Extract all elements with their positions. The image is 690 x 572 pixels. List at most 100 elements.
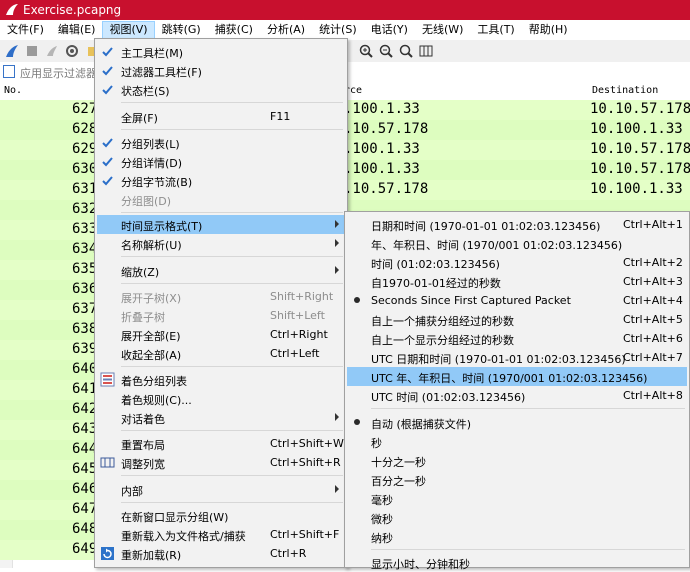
cell-destination: 10.100.1.33 bbox=[590, 181, 683, 197]
time-format-item-selected[interactable]: Seconds Since First Captured Packet Ctrl… bbox=[347, 291, 687, 310]
submenu-arrow-icon bbox=[335, 485, 339, 493]
menu-capture[interactable]: 捕获(C) bbox=[208, 21, 260, 39]
menu-item-conversation-colorize[interactable]: 对话着色 bbox=[97, 408, 345, 427]
cell-source: .10.57.178 bbox=[344, 181, 429, 197]
separator bbox=[121, 102, 343, 103]
cell-source: .100.1.33 bbox=[344, 161, 420, 177]
menu-item-coloring-rules[interactable]: 着色规则(C)... bbox=[97, 389, 345, 408]
column-no[interactable]: No. bbox=[4, 85, 22, 96]
menu-help[interactable]: 帮助(H) bbox=[522, 21, 575, 39]
time-format-item[interactable]: 日期和时间 (1970-01-01 01:02:03.123456) Ctrl+… bbox=[347, 215, 687, 234]
menu-telephony[interactable]: 电话(Y) bbox=[364, 21, 415, 39]
menu-item-colorize[interactable]: 着色分组列表 bbox=[97, 370, 345, 389]
submenu-arrow-icon bbox=[335, 239, 339, 247]
menu-item-time-format[interactable]: 时间显示格式(T) bbox=[97, 215, 345, 234]
menu-wireless[interactable]: 无线(W) bbox=[415, 21, 470, 39]
zoom-out-icon[interactable] bbox=[378, 43, 394, 59]
precision-item[interactable]: 秒 bbox=[347, 432, 687, 451]
time-format-item[interactable]: UTC 日期和时间 (1970-01-01 01:02:03.123456) C… bbox=[347, 348, 687, 367]
separator bbox=[121, 430, 343, 431]
menu-item-reload[interactable]: 重新加载(R) Ctrl+R bbox=[97, 544, 345, 563]
check-icon bbox=[102, 85, 113, 95]
menu-tools[interactable]: 工具(T) bbox=[470, 21, 521, 39]
check-icon bbox=[102, 157, 113, 167]
menu-item-new-window[interactable]: 在新窗口显示分组(W) bbox=[97, 506, 345, 525]
separator bbox=[121, 502, 343, 503]
precision-item-selected[interactable]: 自动 (根据捕获文件) bbox=[347, 413, 687, 432]
reload-icon bbox=[101, 547, 114, 560]
time-format-item[interactable]: 年、年积日、时间 (1970/001 01:02:03.123456) bbox=[347, 234, 687, 253]
menu-item-resize-columns[interactable]: 调整列宽 Ctrl+Shift+R bbox=[97, 453, 345, 472]
precision-item[interactable]: 微秒 bbox=[347, 508, 687, 527]
menu-item-zoom[interactable]: 缩放(Z) bbox=[97, 261, 345, 280]
radio-selected-icon bbox=[354, 419, 360, 425]
bookmark-icon[interactable] bbox=[3, 65, 15, 78]
check-icon bbox=[102, 176, 113, 186]
menu-item-packet-list[interactable]: 分组列表(L) bbox=[97, 133, 345, 152]
separator bbox=[371, 549, 685, 550]
time-format-item[interactable]: 自上一个显示分组经过的秒数 Ctrl+Alt+6 bbox=[347, 329, 687, 348]
time-format-item[interactable]: 自上一个捕获分组经过的秒数 Ctrl+Alt+5 bbox=[347, 310, 687, 329]
precision-item[interactable]: 十分之一秒 bbox=[347, 451, 687, 470]
cell-source: .100.1.33 bbox=[344, 101, 420, 117]
separator bbox=[371, 408, 685, 409]
start-capture-icon[interactable] bbox=[4, 43, 20, 59]
time-format-submenu: 日期和时间 (1970-01-01 01:02:03.123456) Ctrl+… bbox=[344, 211, 690, 571]
resize-columns-icon[interactable] bbox=[418, 43, 434, 59]
menu-view[interactable]: 视图(V) bbox=[102, 21, 155, 39]
menu-item-collapse-all[interactable]: 收起全部(A) Ctrl+Left bbox=[97, 344, 345, 363]
menu-go[interactable]: 跳转(G) bbox=[155, 21, 208, 39]
time-format-item[interactable]: 自1970-01-01经过的秒数 Ctrl+Alt+3 bbox=[347, 272, 687, 291]
cell-destination: 10.10.57.178 bbox=[590, 161, 690, 177]
window-title: Exercise.pcapng bbox=[23, 3, 122, 17]
separator bbox=[121, 283, 343, 284]
menu-item-reset-layout[interactable]: 重置布局 Ctrl+Shift+W bbox=[97, 434, 345, 453]
resize-columns-icon bbox=[100, 457, 115, 468]
separator bbox=[121, 366, 343, 367]
menu-item-reload-format[interactable]: 重新载入为文件格式/捕获 Ctrl+Shift+F bbox=[97, 525, 345, 544]
capture-options-icon[interactable] bbox=[64, 43, 80, 59]
time-format-item[interactable]: 时间 (01:02:03.123456) Ctrl+Alt+2 bbox=[347, 253, 687, 272]
normal-size-icon[interactable] bbox=[398, 43, 414, 59]
separator bbox=[121, 212, 343, 213]
menu-item-expand-all[interactable]: 展开全部(E) Ctrl+Right bbox=[97, 325, 345, 344]
colorize-list-icon bbox=[100, 372, 115, 387]
menu-item-packet-details[interactable]: 分组详情(D) bbox=[97, 152, 345, 171]
check-icon bbox=[102, 66, 113, 76]
menu-item-main-toolbar[interactable]: 主工具栏(M) bbox=[97, 42, 345, 61]
separator bbox=[121, 129, 343, 130]
menu-edit[interactable]: 编辑(E) bbox=[51, 21, 103, 39]
menu-item-fullscreen[interactable]: 全屏(F) F11 bbox=[97, 107, 345, 126]
cell-source: .10.57.178 bbox=[344, 121, 429, 137]
menu-item-packet-diagram[interactable]: 分组图(D) bbox=[97, 190, 345, 209]
menu-item-packet-bytes[interactable]: 分组字节流(B) bbox=[97, 171, 345, 190]
menu-item-name-resolution[interactable]: 名称解析(U) bbox=[97, 234, 345, 253]
title-bar: Exercise.pcapng bbox=[0, 0, 690, 20]
menu-statistics[interactable]: 统计(S) bbox=[312, 21, 364, 39]
precision-item[interactable]: 毫秒 bbox=[347, 489, 687, 508]
submenu-arrow-icon bbox=[335, 220, 339, 228]
time-format-item[interactable]: UTC 时间 (01:02:03.123456) Ctrl+Alt+8 bbox=[347, 386, 687, 405]
stop-capture-icon[interactable] bbox=[24, 43, 40, 59]
precision-item[interactable]: 百分之一秒 bbox=[347, 470, 687, 489]
view-menu: 主工具栏(M) 过滤器工具栏(F) 状态栏(S) 全屏(F) F11 分组列表(… bbox=[94, 38, 348, 568]
menu-analyze[interactable]: 分析(A) bbox=[260, 21, 312, 39]
zoom-in-icon[interactable] bbox=[358, 43, 374, 59]
menu-file[interactable]: 文件(F) bbox=[0, 21, 51, 39]
precision-item[interactable]: 纳秒 bbox=[347, 527, 687, 546]
menu-item-collapse-subtrees[interactable]: 折叠子树 Shift+Left bbox=[97, 306, 345, 325]
menu-item-internals[interactable]: 内部 bbox=[97, 480, 345, 499]
menu-item-filter-toolbar[interactable]: 过滤器工具栏(F) bbox=[97, 61, 345, 80]
filter-placeholder: 应用显示过滤器 bbox=[20, 67, 97, 80]
wireshark-fin-icon bbox=[6, 4, 18, 15]
submenu-arrow-icon bbox=[335, 413, 339, 421]
menu-item-show-hms[interactable]: 显示小时、分钟和秒 bbox=[347, 553, 687, 572]
time-format-item-hover[interactable]: UTC 年、年积日、时间 (1970/001 01:02:03.123456) bbox=[347, 367, 687, 386]
menu-item-status-bar[interactable]: 状态栏(S) bbox=[97, 80, 345, 99]
restart-capture-icon[interactable] bbox=[44, 43, 60, 59]
cell-source: .100.1.33 bbox=[344, 141, 420, 157]
check-icon bbox=[102, 138, 113, 148]
menu-item-expand-subtrees[interactable]: 展开子树(X) Shift+Right bbox=[97, 287, 345, 306]
column-destination[interactable]: Destination bbox=[592, 85, 658, 96]
radio-selected-icon bbox=[354, 297, 360, 303]
